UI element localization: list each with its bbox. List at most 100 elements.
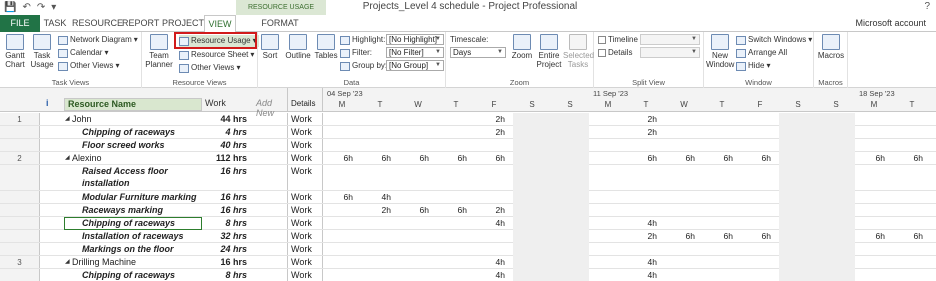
work-value[interactable]: 16 hrs [203,191,247,203]
timephased-cell[interactable] [627,204,665,217]
timephased-cell[interactable]: 4h [475,217,513,230]
timephased-cell[interactable] [589,113,627,126]
timephased-cell[interactable] [475,139,513,152]
timephased-cell[interactable] [627,243,665,256]
timephased-cell[interactable] [399,269,437,281]
timephased-cell[interactable] [893,165,931,178]
macros-button[interactable]: Macros [817,34,845,60]
timephased-cell[interactable] [893,217,931,230]
timephased-cell[interactable] [665,191,703,204]
save-icon[interactable]: 💾 [4,2,16,14]
timephased-cell[interactable] [741,191,779,204]
details-cell[interactable]: Work [287,152,323,164]
column-header-resource-name[interactable]: Resource Name [64,98,202,111]
timephased-cell[interactable] [513,152,551,165]
timephased-cell[interactable] [703,126,741,139]
assignment-row[interactable]: Markings on the floor 24 hrs Work [0,243,936,256]
timephased-cell[interactable] [817,126,855,139]
resource-other-views-button[interactable]: Other Views ▾ [179,62,240,74]
timephased-cell[interactable] [361,230,399,243]
timephased-cell[interactable]: 6h [893,152,931,165]
timephased-cell[interactable] [817,152,855,165]
timephased-cell[interactable] [893,243,931,256]
timephased-cell[interactable] [589,269,627,281]
timephased-cell[interactable] [817,269,855,281]
assignment-name[interactable]: Markings on the floor [82,243,200,255]
details-cell[interactable]: Work [287,269,323,281]
timephased-cell[interactable] [551,191,589,204]
timephased-cell[interactable] [893,139,931,152]
resource-row[interactable]: 3 ◢ Drilling Machine 16 hrs Work 4h 4h [0,256,936,269]
timephased-cell[interactable] [817,243,855,256]
row-id[interactable] [0,217,40,229]
work-value[interactable]: 44 hrs [203,113,247,125]
timephased-cell[interactable] [551,217,589,230]
sort-button[interactable]: Sort [260,34,280,60]
timephased-cell[interactable] [361,139,399,152]
timephased-cell[interactable] [665,126,703,139]
assignment-name[interactable]: Modular Furniture marking [82,191,200,203]
timephased-cell[interactable] [779,191,817,204]
timephased-cell[interactable] [893,256,931,269]
details-cell[interactable]: Work [287,217,323,229]
details-cell[interactable]: Work [287,256,323,268]
timephased-cell[interactable] [361,113,399,126]
assignment-name[interactable]: Installation of raceways [82,230,200,242]
row-id[interactable] [0,243,40,255]
collapse-triangle-icon[interactable]: ◢ [65,152,70,164]
timephased-cell[interactable] [437,269,475,281]
timephased-cell[interactable]: 6h [323,152,361,165]
details-cell[interactable]: Work [287,139,323,151]
timephased-cell[interactable] [513,126,551,139]
timephased-cell[interactable] [627,139,665,152]
timephased-cell[interactable] [855,165,893,178]
timephased-cell[interactable] [627,165,665,178]
timephased-cell[interactable] [513,256,551,269]
timeline-checkbox[interactable]: Timeline [598,34,638,46]
timephased-cell[interactable] [741,204,779,217]
timephased-cell[interactable]: 4h [475,269,513,281]
timephased-cell[interactable] [855,243,893,256]
timephased-cell[interactable]: 6h [475,152,513,165]
timephased-cell[interactable] [323,243,361,256]
timephased-cell[interactable] [855,204,893,217]
timephased-cell[interactable] [589,243,627,256]
timephased-cell[interactable] [703,243,741,256]
timephased-cell[interactable] [361,243,399,256]
assignment-row[interactable]: Installation of raceways 32 hrs Work 2h 6h 6h… [0,230,936,243]
timephased-cell[interactable] [703,191,741,204]
timephased-cell[interactable] [551,243,589,256]
resource-name[interactable]: Alexino [72,152,200,164]
timephased-cell[interactable] [551,165,589,178]
timephased-cell[interactable] [551,126,589,139]
timephased-cell[interactable] [437,217,475,230]
timephased-cell[interactable] [551,269,589,281]
work-value[interactable]: 16 hrs [203,256,247,268]
timephased-cell[interactable] [361,165,399,178]
timephased-cell[interactable] [741,139,779,152]
work-value[interactable]: 24 hrs [203,243,247,255]
timephased-cell[interactable]: 6h [855,230,893,243]
groupby-select[interactable]: [No Group] ▼ [386,60,444,71]
timephased-cell[interactable]: 6h [437,152,475,165]
assignment-row[interactable]: Chipping of raceways 8 hrs Work 4h 4h [0,217,936,230]
timephased-cell[interactable] [665,269,703,281]
timephased-cell[interactable] [741,165,779,178]
timephased-cell[interactable] [741,256,779,269]
timephased-cell[interactable]: 6h [741,230,779,243]
timephased-cell[interactable] [817,230,855,243]
timephased-cell[interactable] [855,269,893,281]
work-value[interactable]: 112 hrs [203,152,247,164]
timephased-cell[interactable] [703,165,741,178]
row-id[interactable] [0,126,40,138]
timephased-cell[interactable] [399,256,437,269]
timephased-cell[interactable] [551,230,589,243]
timephased-cell[interactable] [665,256,703,269]
timephased-cell[interactable] [703,269,741,281]
tab-format[interactable]: FORMAT [258,15,302,32]
timephased-cell[interactable] [323,230,361,243]
work-value[interactable]: 8 hrs [203,217,247,229]
row-id[interactable]: 3 [0,256,40,268]
details-checkbox-box[interactable] [598,49,606,57]
timephased-cell[interactable] [589,152,627,165]
